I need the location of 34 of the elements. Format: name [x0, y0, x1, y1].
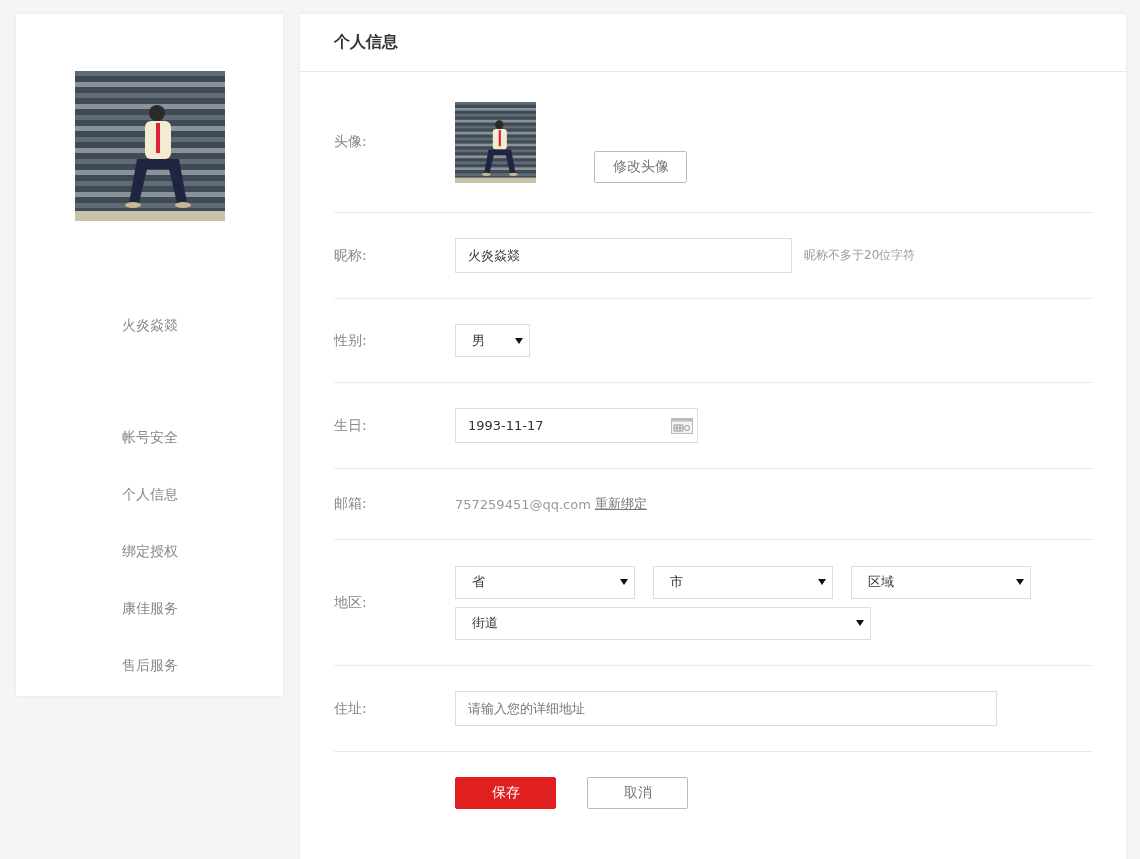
nav-item[interactable]: 绑定授权 [121, 541, 178, 562]
caret-icon [818, 579, 826, 585]
calendar-icon[interactable] [671, 417, 693, 434]
caret-icon [620, 579, 628, 585]
rebind-link[interactable]: 重新绑定 [594, 495, 647, 513]
nickname-field[interactable]: 火炎焱燚 [455, 238, 792, 273]
nav-item[interactable]: 帐号安全 [121, 427, 178, 448]
field-label: 性别: [334, 331, 368, 350]
hint-text: 昵称不多于20位字符 [804, 247, 916, 264]
nav-item[interactable]: 康佳服务 [121, 598, 178, 619]
field-label: 住址: [334, 699, 368, 718]
select-field[interactable]: 男 [455, 324, 530, 357]
select-field[interactable]: 区域 [851, 565, 1031, 599]
cancel-button[interactable]: 取消 [587, 777, 688, 809]
save-button[interactable]: 保存 [455, 777, 556, 809]
address-field[interactable]: 请输入您的详细地址 [455, 691, 997, 726]
panel-title: 个人信息 [334, 32, 398, 53]
date-field[interactable]: 1993-11-17 [455, 408, 698, 443]
field-label: 邮箱: [334, 495, 368, 513]
select-field[interactable]: 市 [653, 565, 833, 599]
username: 火炎焱燚 [121, 317, 178, 335]
select-field[interactable]: 省 [455, 565, 635, 599]
caret-icon [856, 620, 864, 626]
caret-icon [1016, 579, 1024, 585]
nav-item[interactable]: 售后服务 [121, 655, 178, 676]
field-label: 昵称: [334, 246, 368, 265]
field-label: 头像: [334, 133, 368, 151]
field-label: 生日: [334, 416, 368, 435]
caret-icon [515, 337, 523, 344]
nav-item[interactable]: 个人信息 [121, 484, 178, 505]
change-avatar-button[interactable]: 修改头像 [594, 150, 687, 183]
select-field[interactable]: 街道 [455, 606, 871, 640]
email-text: 757259451@qq.com [455, 496, 591, 512]
field-label: 地区: [334, 593, 368, 612]
